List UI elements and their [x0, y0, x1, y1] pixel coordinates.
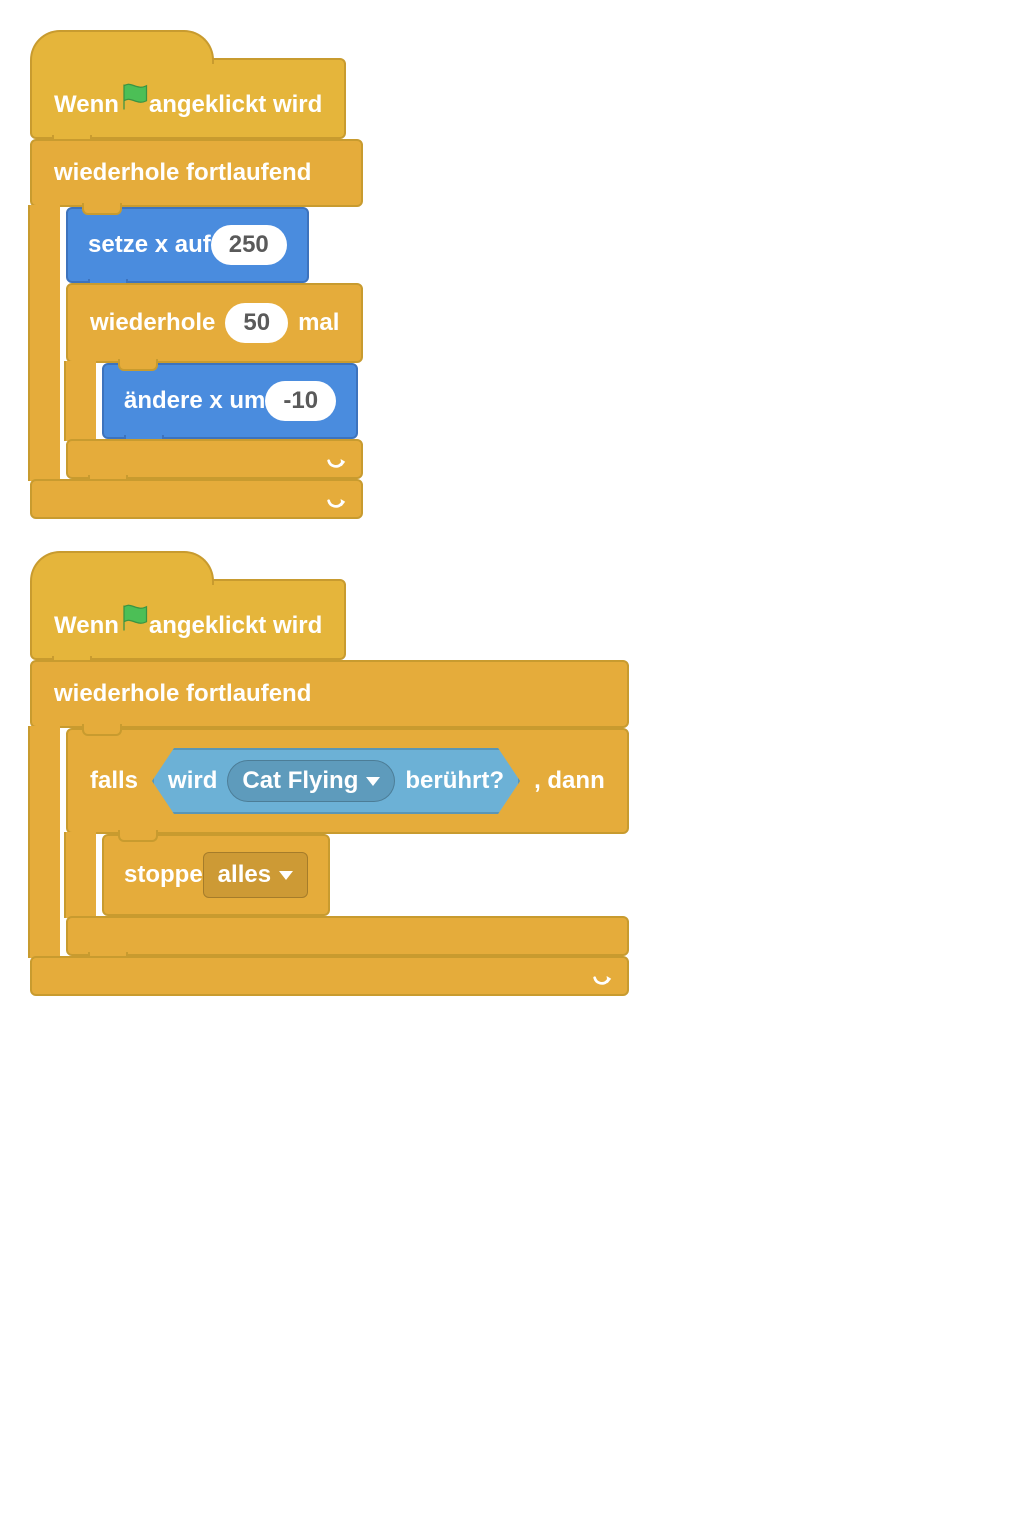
set-x-block[interactable]: setze x auf 250	[66, 207, 309, 283]
touching-label-post: berührt?	[405, 767, 504, 795]
hat-text-pre: Wenn	[54, 91, 119, 118]
stop-option-value: alles	[218, 861, 271, 889]
forever-loop-block[interactable]: wiederhole fortlaufend falls wird Cat Fl…	[30, 660, 629, 996]
stop-block[interactable]: stoppe alles	[102, 834, 330, 916]
hat-text-pre: Wenn	[54, 612, 119, 639]
repeat-block[interactable]: wiederhole 50 mal ändere x um -10	[66, 283, 363, 479]
chevron-down-icon	[366, 777, 380, 786]
touching-label-pre: wird	[168, 767, 217, 795]
if-label-pre: falls	[90, 767, 138, 795]
hat-block-when-flag-clicked[interactable]: Wenn angeklickt wird	[30, 579, 346, 660]
set-x-label: setze x auf	[88, 231, 211, 258]
repeat-count-input[interactable]: 50	[225, 303, 288, 343]
hat-block-when-flag-clicked[interactable]: Wenn angeklickt wird	[30, 58, 346, 139]
repeat-label-post: mal	[298, 309, 339, 337]
script-1: Wenn angeklickt wird wiederhole fortlauf…	[30, 58, 1004, 519]
green-flag-icon	[119, 603, 149, 633]
set-x-value-input[interactable]: 250	[211, 225, 287, 265]
forever-label: wiederhole fortlaufend	[54, 680, 311, 708]
touching-target-value: Cat Flying	[242, 767, 358, 795]
hat-text-post: angeklickt wird	[149, 612, 322, 639]
loop-arrow-icon	[591, 965, 613, 987]
stop-option-dropdown[interactable]: alles	[203, 852, 308, 898]
chevron-down-icon	[279, 871, 293, 880]
if-label-post: , dann	[534, 767, 605, 795]
stop-label: stoppe	[124, 861, 203, 888]
change-x-label: ändere x um	[124, 387, 265, 414]
change-x-block[interactable]: ändere x um -10	[102, 363, 358, 439]
loop-arrow-icon	[325, 448, 347, 470]
forever-loop-block[interactable]: wiederhole fortlaufend setze x auf 250 w…	[30, 139, 363, 519]
hat-text-post: angeklickt wird	[149, 91, 322, 118]
if-block[interactable]: falls wird Cat Flying berührt? , dann	[66, 728, 629, 956]
repeat-label-pre: wiederhole	[90, 309, 215, 337]
forever-label: wiederhole fortlaufend	[54, 159, 311, 187]
touching-target-dropdown[interactable]: Cat Flying	[227, 760, 395, 802]
loop-arrow-icon	[325, 488, 347, 510]
green-flag-icon	[119, 82, 149, 112]
touching-boolean-block[interactable]: wird Cat Flying berührt?	[152, 748, 520, 814]
change-x-value-input[interactable]: -10	[265, 381, 336, 421]
script-2: Wenn angeklickt wird wiederhole fortlauf…	[30, 579, 1004, 996]
